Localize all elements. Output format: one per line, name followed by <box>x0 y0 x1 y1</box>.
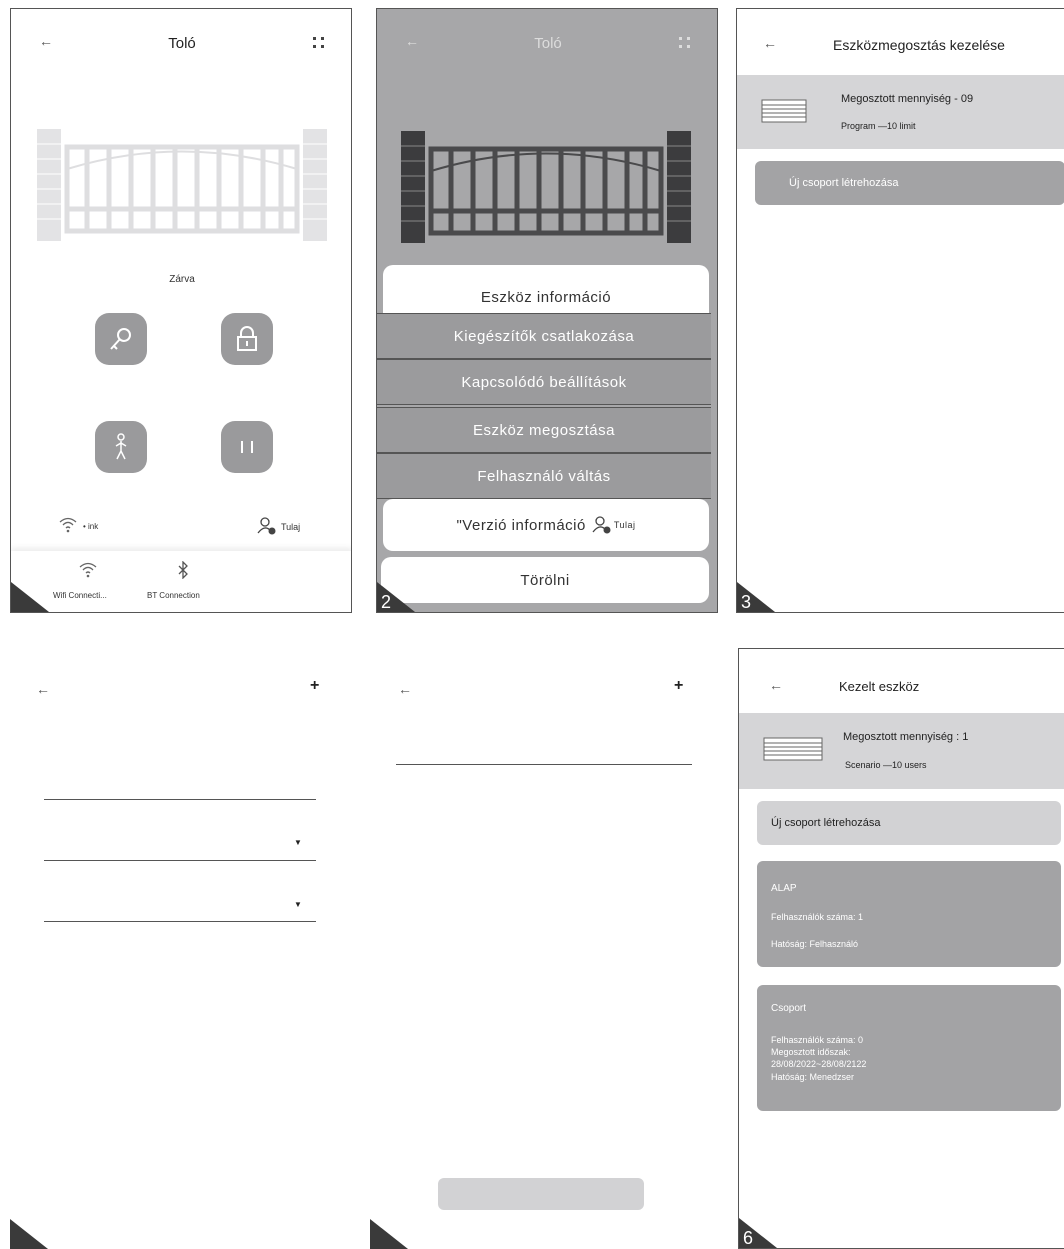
corner-marker <box>11 582 49 612</box>
owner-user-icon <box>257 517 276 535</box>
pedestrian-icon <box>115 433 127 460</box>
wifi-icon <box>59 517 77 533</box>
screen-number: 2 <box>381 592 392 612</box>
back-arrow-icon[interactable]: ← <box>763 35 777 51</box>
add-icon[interactable]: + <box>674 677 683 695</box>
new-group-label: Új csoport létrehozása <box>789 177 899 189</box>
nav-bt-label[interactable]: BT Connection <box>147 591 200 600</box>
pedestrian-button[interactable] <box>95 421 147 473</box>
page-title: Eszközmegosztás kezelése <box>833 37 1005 53</box>
confirm-button[interactable] <box>438 1178 644 1210</box>
nav-wifi-label[interactable]: Wifi Connecti... <box>53 591 107 600</box>
group-period: 28/08/2022~28/08/2122 <box>771 1059 867 1069</box>
group-card-csoport[interactable]: Csoport Felhasználók száma: 0 Megosztott… <box>757 985 1061 1111</box>
group-card-alap[interactable]: ALAP Felhasználók száma: 1 Hatóság: Felh… <box>757 861 1061 967</box>
screen-1: ← Toló Zárva • ink Tulaj Wifi Connecti..… <box>10 8 352 613</box>
screen-4: ← + ▼ ▼ <box>10 645 352 1249</box>
device-icon <box>761 99 807 123</box>
lock-icon <box>237 326 257 351</box>
key-button[interactable] <box>95 313 147 365</box>
group-users: Felhasználók száma: 0 <box>771 1035 864 1045</box>
lock-button[interactable] <box>221 313 273 365</box>
key-icon <box>110 328 131 350</box>
owner-label: Tulaj <box>281 522 301 532</box>
shared-quantity: Megosztott mennyiség - 09 <box>841 93 974 105</box>
shared-device-card[interactable]: Megosztott mennyiség : 1 Scenario —10 us… <box>739 713 1064 789</box>
screen-6: ← Kezelt eszköz Megosztott mennyiség : 1… <box>738 648 1064 1249</box>
program-limit: Program —10 limit <box>841 121 916 131</box>
menu-version-info[interactable]: "Verzió információ Tulaj <box>383 499 709 551</box>
corner-marker <box>370 1219 408 1249</box>
screen-2: ← Toló Eszköz információ Kiegészítők csa… <box>376 8 718 613</box>
group-period-label: Megosztott időszak: <box>771 1047 851 1057</box>
new-group-button[interactable]: Új csoport létrehozása <box>755 161 1064 205</box>
corner-marker <box>10 1219 48 1249</box>
group-authority: Hatóság: Felhasználó <box>771 939 859 949</box>
screen-5: ← + <box>370 645 712 1249</box>
menu-accessories[interactable]: Kiegészítők csatlakozása <box>377 313 711 359</box>
link-status: • ink <box>83 522 99 531</box>
screen-3: ← Eszközmegosztás kezelése Megosztott me… <box>736 8 1064 613</box>
device-icon <box>763 737 823 761</box>
screen-number: 3 <box>741 592 752 612</box>
wifi-connection-icon[interactable] <box>79 561 97 579</box>
owner-user-icon <box>592 516 611 534</box>
gate-illustration <box>401 131 691 243</box>
select-1-line[interactable] <box>44 860 316 861</box>
menu-related-settings[interactable]: Kapcsolódó beállítások <box>377 359 711 405</box>
page-title: Kezelt eszköz <box>839 679 920 694</box>
version-info-label: "Verzió információ <box>456 516 586 534</box>
gate-illustration <box>37 129 327 241</box>
input-line[interactable] <box>396 764 692 765</box>
group-authority: Hatóság: Menedzser <box>771 1072 855 1082</box>
add-icon[interactable]: + <box>310 677 319 695</box>
pause-button[interactable] <box>221 421 273 473</box>
menu-switch-user[interactable]: Felhasználó váltás <box>377 453 711 499</box>
bottom-nav: Wifi Connecti... BT Connection <box>11 551 351 612</box>
back-arrow-icon[interactable]: ← <box>398 681 412 697</box>
page-title: Toló <box>168 35 196 52</box>
group-users: Felhasználók száma: 1 <box>771 912 864 922</box>
dropdown-1-icon[interactable]: ▼ <box>294 838 302 847</box>
menu-device-sharing[interactable]: Eszköz megosztása <box>377 407 711 453</box>
page-title: Toló <box>534 35 562 52</box>
new-group-button[interactable]: Új csoport létrehozása <box>757 801 1061 845</box>
group-name: Csoport <box>771 1003 807 1014</box>
menu-delete[interactable]: Törölni <box>381 557 709 603</box>
name-input-line[interactable] <box>44 799 316 800</box>
back-arrow-icon[interactable]: ← <box>769 677 783 693</box>
scenario-limit: Scenario —10 users <box>845 760 927 770</box>
shared-device-card[interactable]: Megosztott mennyiség - 09 Program —10 li… <box>737 75 1064 149</box>
screen-number: 6 <box>743 1228 754 1248</box>
select-2-line[interactable] <box>44 921 316 922</box>
more-grid-icon[interactable] <box>313 37 325 49</box>
more-grid-icon[interactable] <box>679 37 691 49</box>
new-group-label: Új csoport létrehozása <box>771 817 881 829</box>
back-arrow-icon[interactable]: ← <box>36 681 50 697</box>
pause-icon <box>241 441 253 453</box>
shared-quantity: Megosztott mennyiség : 1 <box>843 731 969 743</box>
gate-status: Zárva <box>169 274 195 285</box>
bluetooth-icon[interactable] <box>177 561 189 579</box>
group-name: ALAP <box>771 883 797 894</box>
owner-label: Tulaj <box>613 520 636 530</box>
dropdown-2-icon[interactable]: ▼ <box>294 900 302 909</box>
